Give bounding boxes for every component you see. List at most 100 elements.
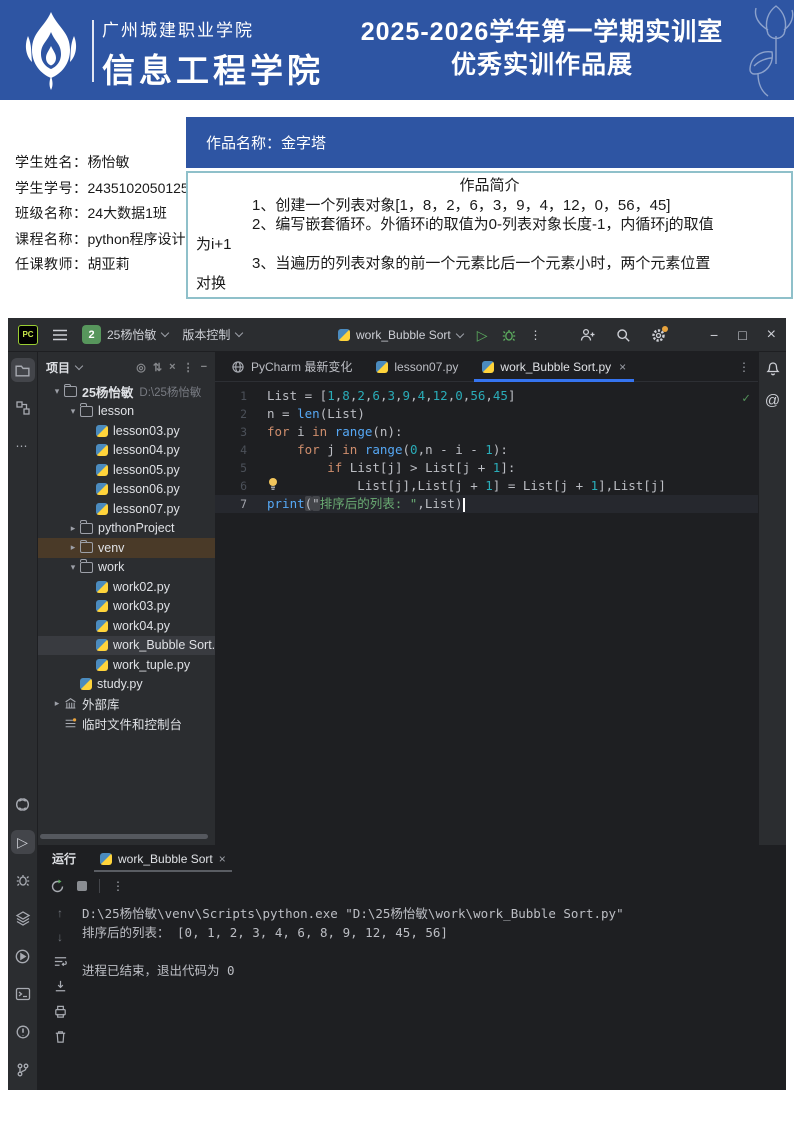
tree-item-work_bubble-sort-py[interactable]: work_Bubble Sort.py <box>38 636 215 656</box>
project-tool-icon[interactable]: ◎ <box>136 361 146 374</box>
version-control-icon[interactable] <box>11 1058 35 1082</box>
code-with-me-icon[interactable] <box>580 328 596 342</box>
tree-item-lesson03-py[interactable]: lesson03.py <box>38 421 215 441</box>
banner-divider <box>92 20 94 82</box>
main-menu-icon[interactable] <box>52 329 68 341</box>
soft-wrap-icon[interactable] <box>53 954 68 969</box>
arrow-down-icon[interactable]: ↓ <box>57 930 63 944</box>
tree-item-label: 临时文件和控制台 <box>82 714 182 733</box>
problems-icon[interactable] <box>11 1020 35 1044</box>
tree-item-临时文件和控制台[interactable]: 临时文件和控制台 <box>38 714 215 734</box>
tree-item-label: lesson04.py <box>113 443 180 457</box>
debug-icon[interactable] <box>11 868 35 892</box>
more-tabs-icon[interactable]: ⋮ <box>738 360 750 374</box>
code-line-7[interactable]: 7print("排序后的列表: ",List) <box>215 495 758 513</box>
run-icon[interactable]: ▷ <box>11 830 35 854</box>
tree-item-25杨怡敏[interactable]: ▾25杨怡敏D:\25杨怡敏 <box>38 382 215 402</box>
code-line-3[interactable]: 3for i in range(n): <box>215 423 758 441</box>
stop-icon[interactable] <box>77 881 87 891</box>
tree-item-venv[interactable]: ▸venv <box>38 538 215 558</box>
tree-item-work[interactable]: ▾work <box>38 558 215 578</box>
code-editor[interactable]: ✓ 1List = [1,8,2,6,3,9,4,12,0,56,45]2n =… <box>215 382 758 513</box>
code-line-2[interactable]: 2n = len(List) <box>215 405 758 423</box>
python-file-icon <box>100 853 112 865</box>
info-value: 胡亚莉 <box>88 256 130 272</box>
code-line-4[interactable]: 4 for j in range(0,n - i - 1): <box>215 441 758 459</box>
tree-item-lesson06-py[interactable]: lesson06.py <box>38 480 215 500</box>
close-icon[interactable]: × <box>619 360 626 374</box>
tree-item-lesson04-py[interactable]: lesson04.py <box>38 441 215 461</box>
code-line-1[interactable]: 1List = [1,8,2,6,3,9,4,12,0,56,45] <box>215 387 758 405</box>
py-icon <box>96 464 108 476</box>
pycharm-logo-icon[interactable]: PC <box>18 325 38 345</box>
tree-chevron-icon[interactable]: ▸ <box>66 523 80 534</box>
tree-item-外部库[interactable]: ▸外部库 <box>38 694 215 714</box>
editor-tab-pycharm-最新变化[interactable]: PyCharm 最新变化 <box>219 352 364 381</box>
project-folder-icon[interactable] <box>11 358 35 382</box>
python-packages-icon[interactable] <box>11 944 35 968</box>
tree-item-lesson07-py[interactable]: lesson07.py <box>38 499 215 519</box>
vcs-widget[interactable]: 版本控制 <box>182 326 242 343</box>
rerun-icon[interactable] <box>50 879 65 894</box>
tree-chevron-icon[interactable]: ▾ <box>66 562 80 573</box>
tree-item-lesson[interactable]: ▾lesson <box>38 402 215 422</box>
run-button[interactable]: ▷ <box>477 327 488 344</box>
editor-tab-lesson07-py[interactable]: lesson07.py <box>364 352 470 381</box>
run-configuration-widget[interactable]: work_Bubble Sort <box>338 328 463 342</box>
more-toolwindows-icon[interactable]: ⋯ <box>11 434 35 458</box>
ai-assistant-icon[interactable]: @ <box>765 392 780 409</box>
settings-gear-icon[interactable] <box>651 328 666 343</box>
intention-bulb-icon[interactable] <box>267 477 279 491</box>
code-line-6[interactable]: 6 List[j],List[j + 1] = List[j + 1],List… <box>215 477 758 495</box>
arrow-up-icon[interactable]: ↑ <box>57 906 63 920</box>
trash-icon[interactable] <box>53 1029 68 1044</box>
editor-area: PyCharm 最新变化lesson07.pywork_Bubble Sort.… <box>215 352 758 845</box>
tree-item-pythonproject[interactable]: ▸pythonProject <box>38 519 215 539</box>
project-tool-icon[interactable]: ⇅ <box>153 361 162 374</box>
intro-line: 为i+1 <box>194 235 785 255</box>
toolbar-divider <box>99 879 100 893</box>
project-tool-icon[interactable]: × <box>169 361 175 374</box>
tree-chevron-icon[interactable]: ▸ <box>66 542 80 553</box>
project-tool-icon[interactable]: ⋮ <box>183 361 194 374</box>
editor-tabbar: PyCharm 最新变化lesson07.pywork_Bubble Sort.… <box>215 352 758 382</box>
notifications-bell-icon[interactable] <box>765 360 781 376</box>
tree-chevron-icon[interactable]: ▾ <box>50 386 64 397</box>
tree-item-work04-py[interactable]: work04.py <box>38 616 215 636</box>
terminal-icon[interactable] <box>11 982 35 1006</box>
python-console-icon[interactable] <box>11 792 35 816</box>
search-icon[interactable] <box>616 328 631 343</box>
project-widget[interactable]: 2 25杨怡敏 <box>82 325 168 344</box>
minimize-button[interactable]: − <box>710 327 718 343</box>
debug-button[interactable] <box>502 328 516 342</box>
tree-chevron-icon[interactable]: ▸ <box>50 698 64 709</box>
more-actions-icon[interactable]: ⋮ <box>530 328 542 342</box>
code-line-5[interactable]: 5 if List[j] > List[j + 1]: <box>215 459 758 477</box>
structure-icon[interactable] <box>11 396 35 420</box>
tree-item-work02-py[interactable]: work02.py <box>38 577 215 597</box>
tab-label: work_Bubble Sort.py <box>500 360 611 374</box>
chevron-down-icon[interactable] <box>75 361 83 369</box>
more-actions-icon[interactable]: ⋮ <box>112 879 124 893</box>
maximize-button[interactable]: □ <box>738 327 746 343</box>
info-value: 2435102050125 <box>88 180 189 196</box>
tree-item-work_tuple-py[interactable]: work_tuple.py <box>38 655 215 675</box>
printer-icon[interactable] <box>53 1004 68 1019</box>
editor-tab-work_bubble-sort-py[interactable]: work_Bubble Sort.py × <box>470 352 638 381</box>
project-panel-tools[interactable]: ◎ ⇅ × ⋮− <box>136 361 207 374</box>
intro-line: 对换 <box>194 274 785 294</box>
info-value: python程序设计 <box>88 231 186 247</box>
close-icon[interactable]: × <box>219 852 226 866</box>
scroll-end-icon[interactable] <box>53 979 68 994</box>
chevron-down-icon <box>161 329 169 337</box>
run-tab[interactable]: work_Bubble Sort × <box>94 845 232 872</box>
tree-item-work03-py[interactable]: work03.py <box>38 597 215 617</box>
tree-chevron-icon[interactable]: ▾ <box>66 406 80 417</box>
close-button[interactable]: × <box>767 326 776 344</box>
tree-item-study-py[interactable]: study.py <box>38 675 215 695</box>
services-icon[interactable] <box>11 906 35 930</box>
project-hscrollbar[interactable] <box>40 834 208 839</box>
tree-item-lesson05-py[interactable]: lesson05.py <box>38 460 215 480</box>
project-tool-icon[interactable]: − <box>201 361 207 374</box>
run-panel-title[interactable]: 运行 <box>52 850 76 867</box>
